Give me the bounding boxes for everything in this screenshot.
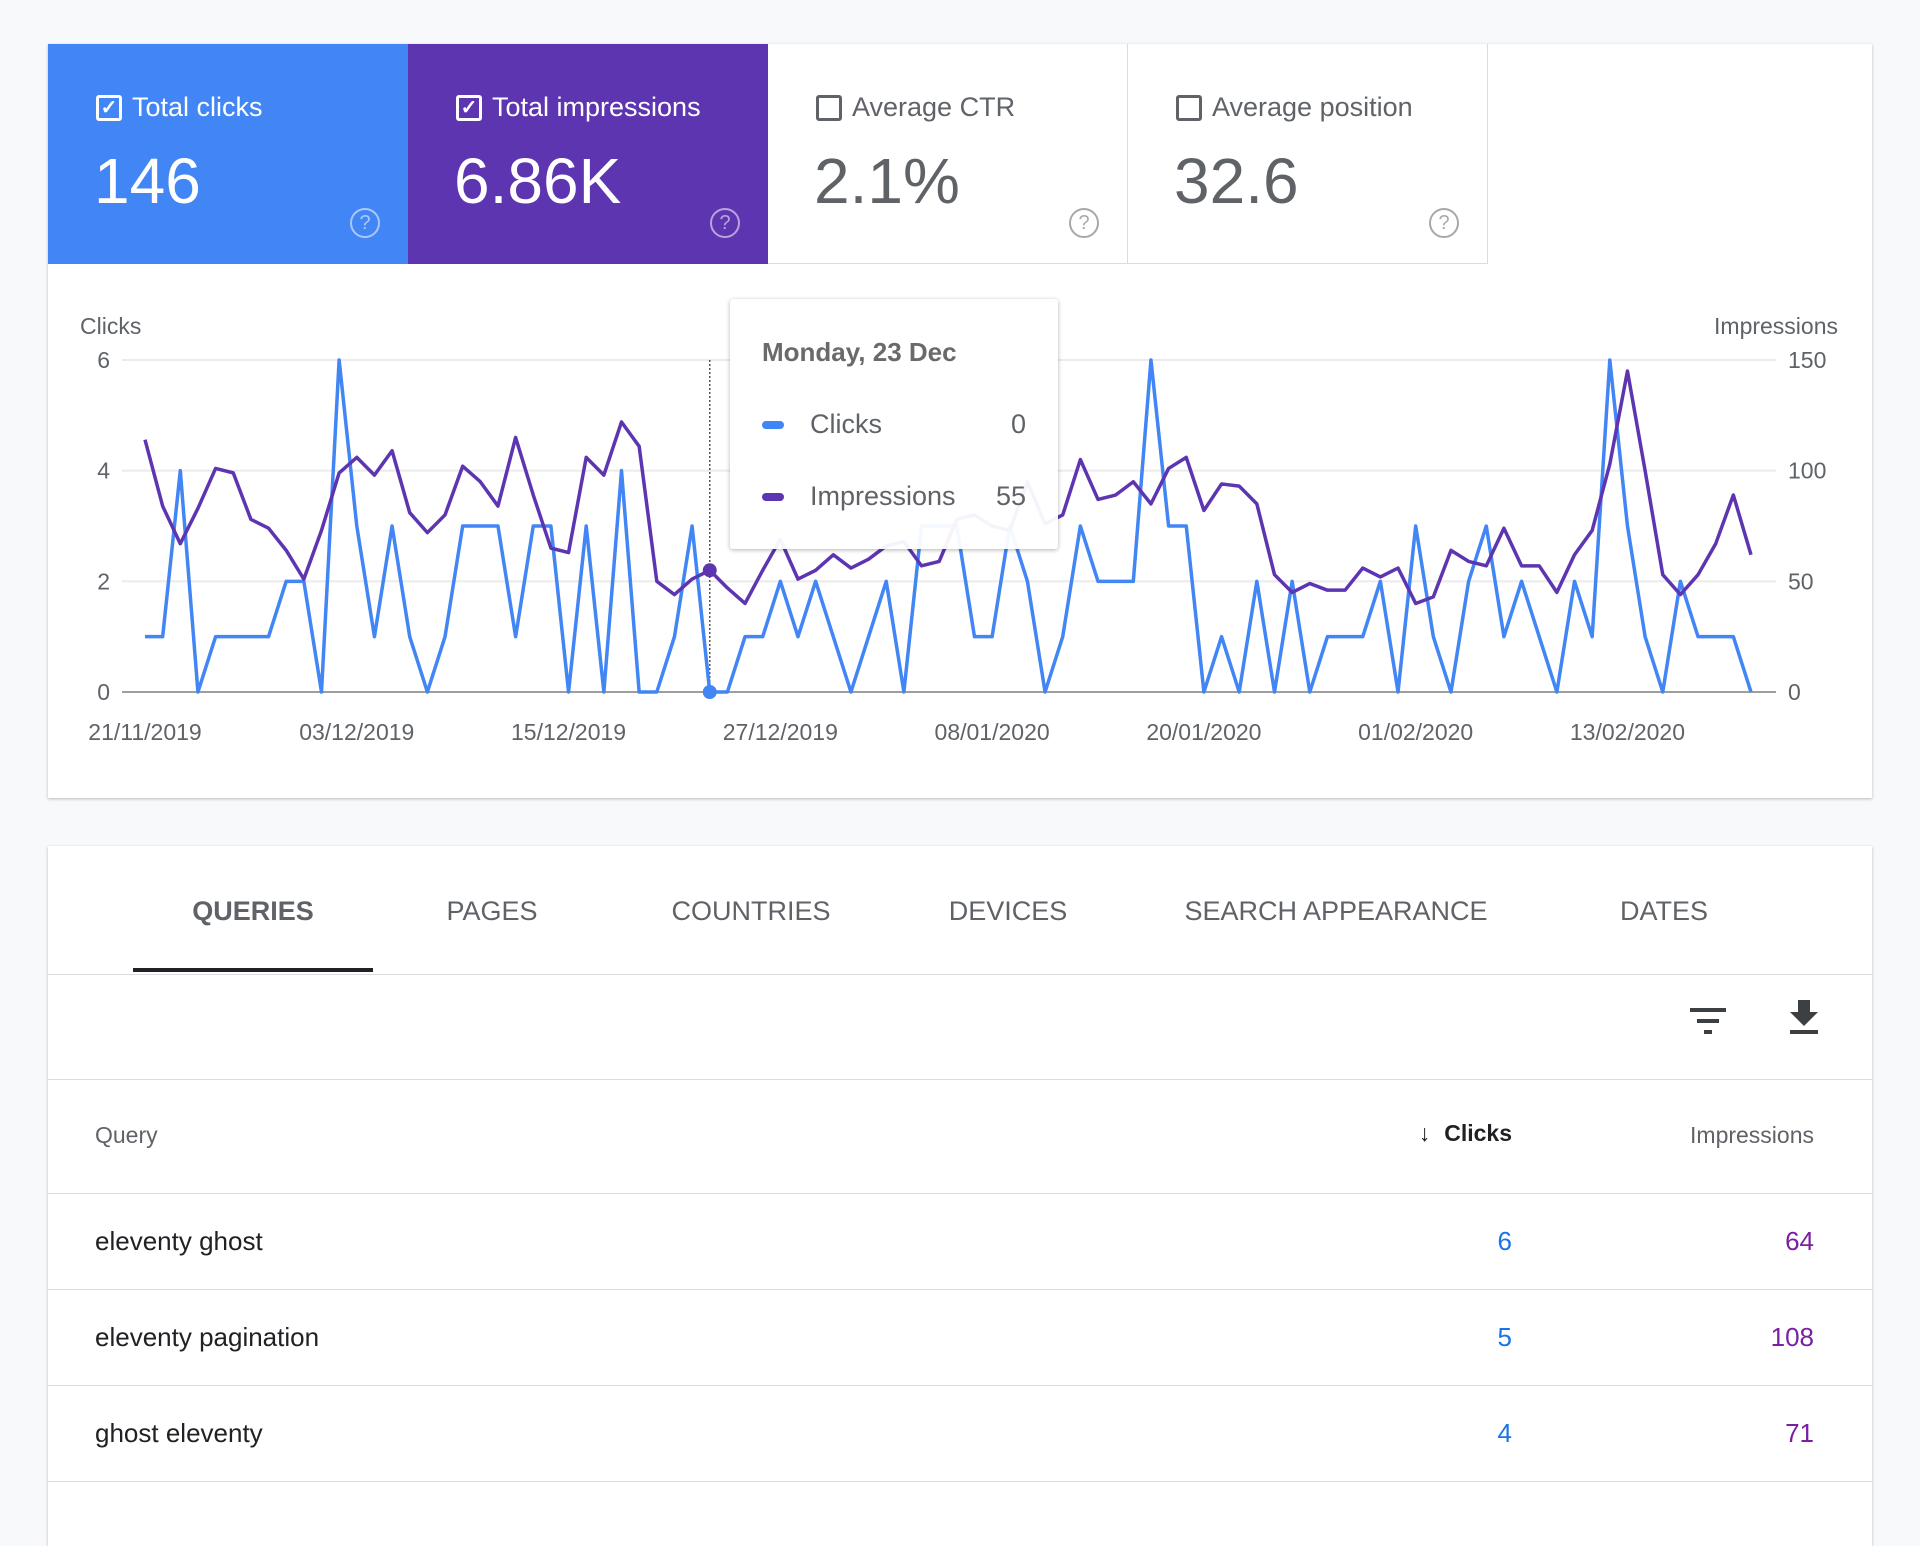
tab-devices[interactable]: DEVICES [949, 896, 1068, 927]
tab-dates[interactable]: DATES [1620, 896, 1708, 927]
x-tick-label: 21/11/2019 [88, 719, 201, 745]
column-header-label: Clicks [1444, 1120, 1512, 1146]
right-tick-label: 50 [1788, 568, 1814, 594]
table-row[interactable]: eleventy ghost 6 64 [48, 1194, 1872, 1290]
filter-icon[interactable] [1688, 1000, 1728, 1040]
left-tick-label: 2 [97, 568, 110, 594]
divider [48, 1079, 1872, 1080]
tooltip-value: 55 [995, 481, 1026, 511]
x-tick-label: 01/02/2020 [1358, 719, 1473, 745]
query-cell: eleventy pagination [95, 1322, 320, 1352]
right-axis-title: Impressions [1714, 313, 1838, 339]
tooltip-row-clicks: Clicks 0 [762, 409, 1026, 440]
column-header-impressions[interactable]: Impressions [1690, 1122, 1814, 1149]
tooltip-label: Impressions [810, 481, 956, 511]
tooltip-value: 0 [1010, 409, 1026, 439]
left-tick-label: 6 [97, 347, 110, 373]
tooltip-row-impressions: Impressions 55 [762, 481, 1026, 512]
column-header-clicks[interactable]: ↓ Clicks [1419, 1120, 1512, 1147]
tab-queries[interactable]: QUERIES [192, 896, 314, 927]
tooltip-label: Clicks [810, 409, 882, 439]
impressions-cell: 71 [1785, 1418, 1814, 1448]
tab-pages[interactable]: PAGES [446, 896, 537, 927]
x-tick-label: 08/01/2020 [935, 719, 1050, 745]
download-icon[interactable] [1784, 998, 1824, 1038]
table-row[interactable]: ghost eleventy 4 71 [48, 1386, 1872, 1482]
clicks-cell: 5 [1497, 1322, 1512, 1352]
legend-swatch-impressions [762, 492, 784, 501]
performance-card: ✓ Total clicks 146 ? ✓ Total impressions 6… [48, 44, 1872, 798]
clicks-cell: 6 [1497, 1226, 1512, 1256]
right-tick-label: 100 [1788, 458, 1826, 484]
x-tick-label: 27/12/2019 [723, 719, 838, 745]
left-tick-label: 4 [97, 458, 110, 484]
highlight-point-impressions [702, 563, 717, 578]
highlight-point-clicks [702, 685, 717, 699]
clicks-cell: 4 [1497, 1418, 1512, 1448]
active-tab-indicator [133, 968, 373, 972]
chart-tooltip: Monday, 23 Dec Clicks 0 Impressions 55 [730, 299, 1058, 549]
x-tick-label: 15/12/2019 [511, 719, 626, 745]
tab-countries[interactable]: COUNTRIES [671, 896, 830, 927]
x-tick-label: 03/12/2019 [299, 719, 414, 745]
left-tick-label: 0 [97, 679, 110, 705]
impressions-cell: 108 [1770, 1322, 1814, 1352]
table-row[interactable]: eleventy pagination 5 108 [48, 1290, 1872, 1386]
tooltip-date: Monday, 23 Dec [762, 337, 957, 367]
column-header-query[interactable]: Query [95, 1122, 158, 1149]
divider [48, 974, 1872, 975]
right-tick-label: 150 [1788, 347, 1826, 373]
report-table-card: QUERIES PAGES COUNTRIES DEVICES SEARCH A… [48, 846, 1872, 1546]
x-tick-label: 13/02/2020 [1570, 719, 1685, 745]
query-cell: ghost eleventy [95, 1418, 263, 1448]
legend-swatch-clicks [762, 420, 784, 429]
x-tick-label: 20/01/2020 [1146, 719, 1261, 745]
impressions-cell: 64 [1785, 1226, 1814, 1256]
left-axis-title: Clicks [80, 313, 141, 339]
arrow-down-icon: ↓ [1418, 1120, 1431, 1146]
right-tick-label: 0 [1788, 679, 1801, 705]
query-cell: eleventy ghost [95, 1226, 263, 1256]
tab-search-appearance[interactable]: SEARCH APPEARANCE [1184, 896, 1487, 927]
